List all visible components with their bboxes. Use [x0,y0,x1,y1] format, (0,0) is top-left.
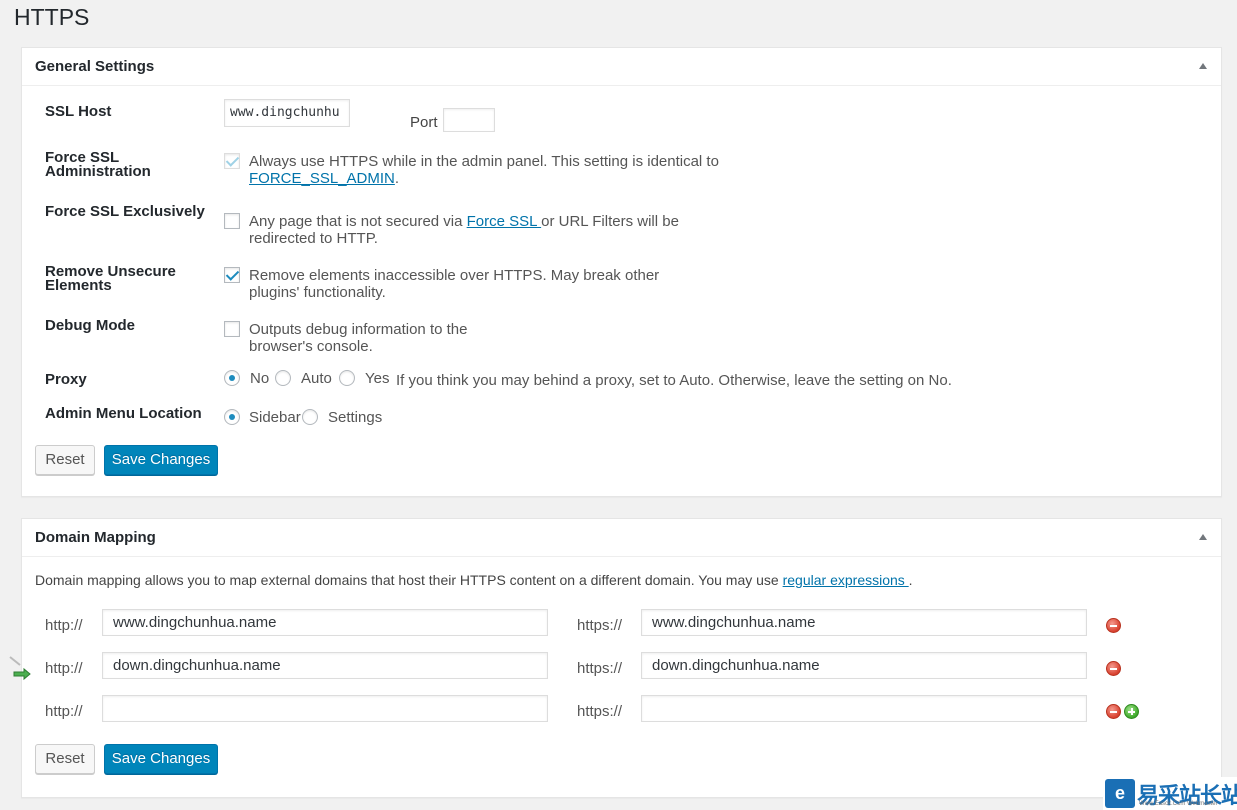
debug-mode-checkbox[interactable] [224,321,240,337]
force-ssl-admin-desc-line1: Always use HTTPS while in the admin pane… [249,153,719,170]
general-settings-header[interactable]: General Settings [22,48,1221,86]
debug-mode-desc-line2: browser's console. [249,338,373,355]
collapse-arrow-icon[interactable] [1199,63,1207,69]
proxy-radio-auto[interactable] [275,370,291,386]
http-prefix-label: http:// [45,617,83,634]
remove-row-icon[interactable] [1106,704,1121,719]
force-ssl-exclusive-desc-after: or URL Filters will be [541,213,679,230]
proxy-label: Proxy [45,371,87,388]
regular-expressions-link[interactable]: regular expressions [783,572,909,588]
https-prefix-label: https:// [577,703,623,720]
remove-unsecure-desc-line1: Remove elements inaccessible over HTTPS.… [249,267,660,284]
force-ssl-admin-label-line2: Administration [45,163,151,180]
https-domain-input[interactable]: down.dingchunhua.name [641,652,1087,679]
admin-menu-label: Admin Menu Location [45,405,202,422]
http-prefix-label: http:// [45,660,83,677]
reset-button[interactable]: Reset [35,744,95,774]
http-domain-input[interactable] [102,695,548,722]
force-ssl-exclusive-desc: Any page that is not secured via Force S… [249,213,679,247]
proxy-radio-yes[interactable] [339,370,355,386]
watermark-logo-icon: e [1105,779,1135,808]
proxy-help-text: If you think you may behind a proxy, set… [396,372,952,389]
ssl-host-label: SSL Host [45,103,112,120]
debug-mode-desc: Outputs debug information to the browser… [249,321,467,355]
collapse-arrow-icon[interactable] [1199,534,1207,540]
page-title: HTTPS [14,4,90,30]
force-ssl-exclusive-checkbox[interactable] [224,213,240,229]
force-ssl-exclusive-desc-line2: redirected to HTTP. [249,230,378,247]
http-domain-input[interactable]: www.dingchunhua.name [102,609,548,636]
force-ssl-admin-link[interactable]: FORCE_SSL_ADMIN [249,170,395,187]
domain-mapping-title: Domain Mapping [35,529,156,546]
domain-mapping-intro-tail: . [908,572,913,588]
debug-mode-desc-line1: Outputs debug information to the [249,321,468,338]
port-label: Port [410,114,438,131]
force-ssl-link[interactable]: Force SSL [467,213,541,230]
https-prefix-label: https:// [577,660,623,677]
remove-unsecure-label-line2: Elements [45,277,112,294]
remove-row-icon[interactable] [1106,661,1121,676]
proxy-radio-no[interactable] [224,370,240,386]
add-row-icon[interactable] [1124,704,1139,719]
admin-menu-radio-settings[interactable] [302,409,318,425]
domain-mapping-intro-text: Domain mapping allows you to map externa… [35,572,783,588]
reset-button[interactable]: Reset [35,445,95,475]
ssl-host-input[interactable]: www.dingchunhu [224,99,350,127]
https-prefix-label: https:// [577,617,623,634]
port-input[interactable] [443,108,495,132]
force-ssl-exclusive-desc-before: Any page that is not secured via [249,213,467,230]
remove-unsecure-checkbox[interactable] [224,267,240,283]
admin-menu-option-sidebar: Sidebar [249,409,301,426]
general-settings-panel: General Settings SSL Host www.dingchunhu… [21,47,1222,497]
admin-menu-option-settings: Settings [328,409,383,426]
domain-mapping-header[interactable]: Domain Mapping [22,519,1221,557]
remove-unsecure-label: Remove Unsecure Elements [45,264,176,294]
remove-unsecure-desc: Remove elements inaccessible over HTTPS.… [249,267,659,301]
watermark-logo: e 易采站长站 Www.Easck.Com Webmaster [1103,777,1237,810]
force-ssl-exclusive-label: Force SSL Exclusively [45,203,205,220]
force-ssl-admin-desc-tail: . [394,170,400,187]
force-ssl-admin-desc: Always use HTTPS while in the admin pane… [249,153,719,187]
force-ssl-admin-label: Force SSL Administration [45,150,151,180]
drag-handle-arrow-icon[interactable] [8,655,34,681]
remove-row-icon[interactable] [1106,618,1121,633]
proxy-option-auto: Auto [301,370,332,387]
https-domain-input[interactable] [641,695,1087,722]
watermark-subtext: Www.Easck.Com Webmaster [1139,801,1218,807]
admin-menu-radio-sidebar[interactable] [224,409,240,425]
debug-mode-label: Debug Mode [45,317,135,334]
proxy-option-yes: Yes [365,370,390,387]
domain-mapping-intro: Domain mapping allows you to map externa… [35,572,913,588]
http-prefix-label: http:// [45,703,83,720]
force-ssl-admin-checkbox[interactable] [224,153,240,169]
proxy-option-no: No [250,370,270,387]
http-domain-input[interactable]: down.dingchunhua.name [102,652,548,679]
save-changes-button[interactable]: Save Changes [104,744,218,774]
save-changes-button[interactable]: Save Changes [104,445,218,475]
remove-unsecure-desc-line2: plugins' functionality. [249,284,386,301]
https-domain-input[interactable]: www.dingchunhua.name [641,609,1087,636]
general-settings-title: General Settings [35,58,155,75]
domain-mapping-panel: Domain Mapping Domain mapping allows you… [21,518,1222,798]
